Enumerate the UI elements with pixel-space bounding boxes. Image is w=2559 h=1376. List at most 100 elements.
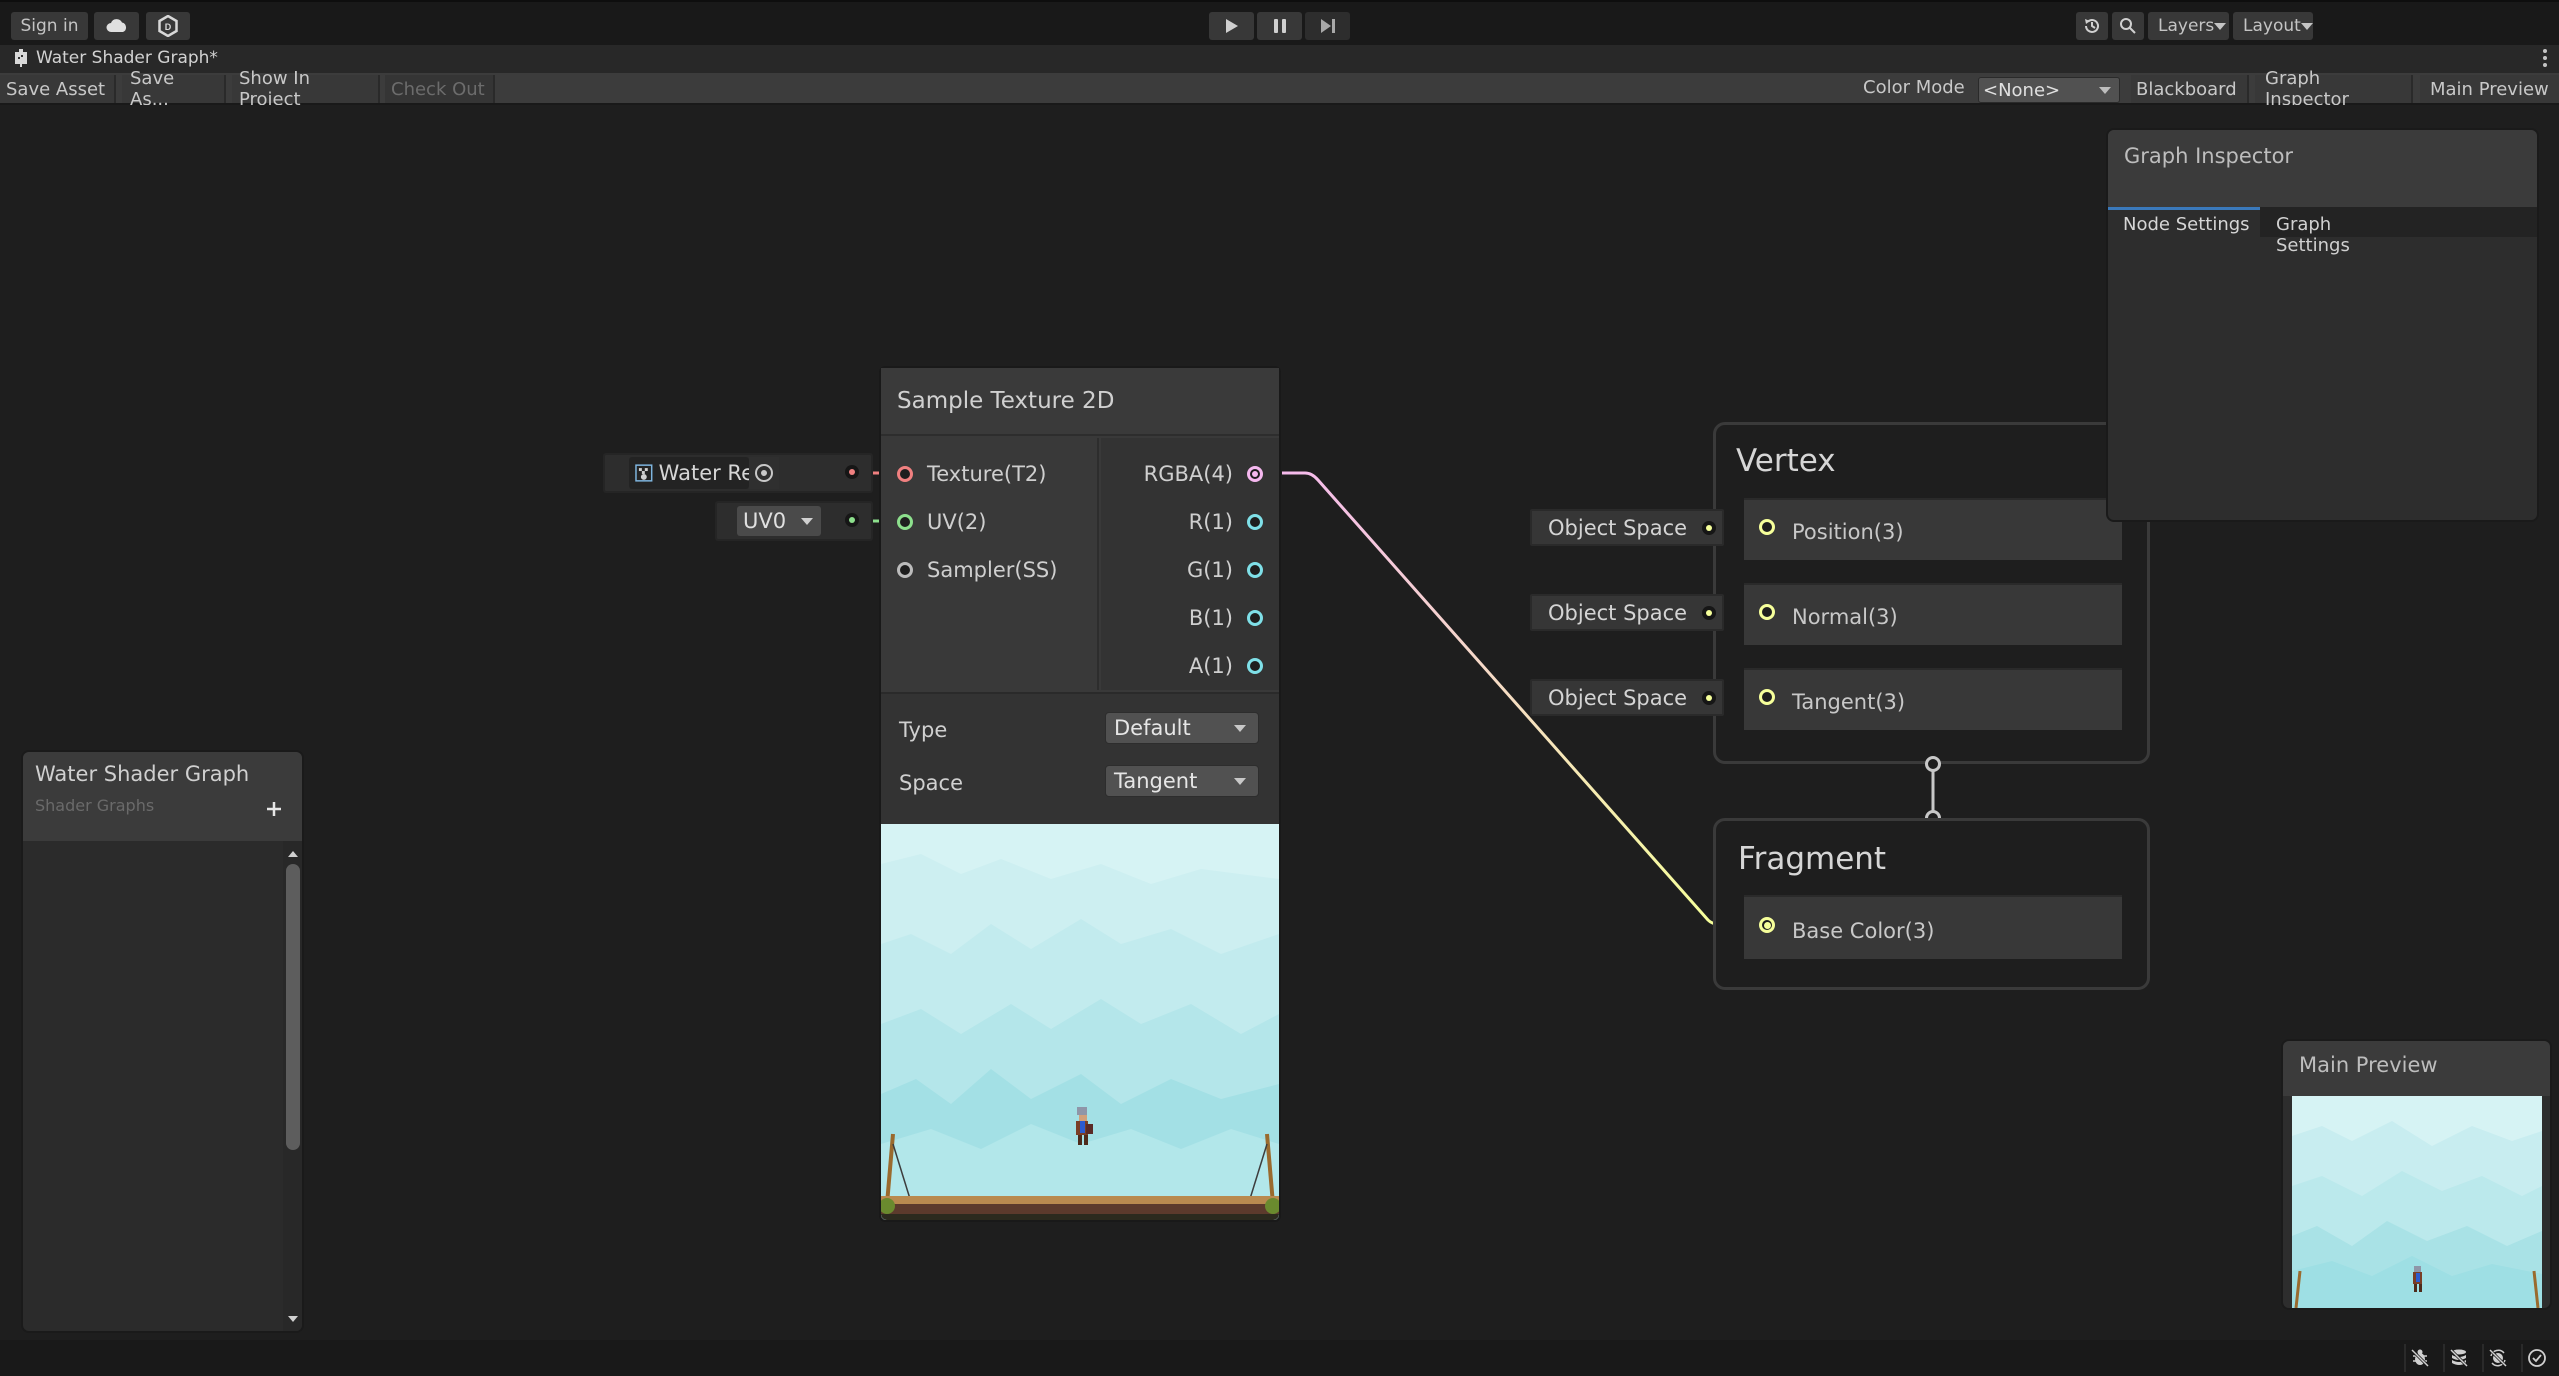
blackboard-panel[interactable]: Water Shader Graph Shader Graphs: [23, 752, 302, 1331]
r-port-icon: [1247, 514, 1263, 530]
port-label: G(1): [1186, 558, 1233, 582]
texture-port-icon: [897, 466, 913, 482]
tangent-default-value: Object Space: [1548, 685, 1688, 710]
output-port-g[interactable]: G(1): [1187, 558, 1263, 582]
input-port-uv[interactable]: UV(2): [897, 510, 986, 534]
port-label: B(1): [1188, 606, 1233, 630]
main-preview-header[interactable]: Main Preview: [2283, 1041, 2550, 1096]
graph-inspector-header[interactable]: Graph Inspector: [2108, 130, 2537, 207]
tangent-default-input[interactable]: Object Space: [1530, 679, 1724, 716]
port-label: A(1): [1188, 654, 1233, 678]
position-default-input[interactable]: Object Space: [1530, 509, 1724, 546]
output-port-a[interactable]: A(1): [1189, 654, 1263, 678]
uv-channel-dropdown[interactable]: UV0: [737, 506, 821, 536]
plus-icon: [267, 802, 281, 816]
a-port-icon: [1247, 658, 1263, 674]
tab-node-settings[interactable]: Node Settings: [2108, 207, 2260, 237]
texture-object-field[interactable]: Water Rende: [629, 457, 749, 489]
block-label: Base Color(3): [1792, 919, 1935, 943]
position-port-icon[interactable]: [1759, 519, 1775, 535]
uv-input-slot: UV0: [715, 501, 873, 541]
status-check[interactable]: [2521, 1344, 2551, 1372]
chevron-down-icon: [801, 517, 813, 525]
main-preview-panel[interactable]: Main Preview: [2283, 1041, 2550, 1308]
b-port-icon: [1247, 610, 1263, 626]
blackboard-title: Water Shader Graph: [35, 762, 250, 786]
chevron-down-icon: [1234, 777, 1246, 785]
tangent-port-icon[interactable]: [1759, 689, 1775, 705]
sampler-port-icon: [897, 562, 913, 578]
port-label: R(1): [1188, 510, 1233, 534]
cache-toggle[interactable]: [2443, 1344, 2473, 1372]
output-port-rgba[interactable]: RGBA(4): [1144, 462, 1263, 486]
add-property-button[interactable]: [264, 799, 284, 819]
block-tangent[interactable]: Tangent(3): [1744, 668, 2122, 730]
texture-name: Water Rende: [658, 461, 749, 485]
uv-port-icon: [897, 514, 913, 530]
fragment-title: Fragment: [1738, 841, 1887, 877]
auto-generate-toggle[interactable]: [2482, 1344, 2512, 1372]
block-base-color[interactable]: Base Color(3): [1744, 895, 2122, 959]
chevron-down-icon: [1234, 724, 1246, 732]
tab-label: Graph Settings: [2276, 214, 2350, 256]
debug-toggle[interactable]: [2404, 1344, 2434, 1372]
rgba-port-icon: [1247, 466, 1263, 482]
graph-inspector-panel[interactable]: Graph Inspector Node Settings Graph Sett…: [2108, 130, 2537, 520]
texture-value-port[interactable]: [845, 465, 859, 479]
position-value-port: [1702, 521, 1716, 535]
space-value: Tangent: [1114, 769, 1198, 793]
fragment-context[interactable]: Fragment Base Color(3): [1713, 818, 2150, 990]
output-port-b[interactable]: B(1): [1189, 606, 1263, 630]
base-color-port-icon[interactable]: [1759, 917, 1775, 933]
node-settings-area: Type Default Space Tangent: [881, 692, 1279, 824]
blackboard-scrollbar[interactable]: [283, 841, 302, 1331]
normal-value-port: [1702, 606, 1716, 620]
tab-label: Node Settings: [2123, 214, 2250, 235]
port-label: Sampler(SS): [927, 558, 1058, 582]
object-picker-button[interactable]: [749, 457, 779, 489]
blackboard-subtitle: Shader Graphs: [35, 796, 155, 815]
output-port-r[interactable]: R(1): [1189, 510, 1263, 534]
vertex-title: Vertex: [1736, 443, 1836, 479]
type-label: Type: [899, 718, 948, 742]
normal-port-icon[interactable]: [1759, 604, 1775, 620]
tangent-value-port: [1702, 691, 1716, 705]
texture-icon: [635, 464, 653, 482]
uv-channel-value: UV0: [743, 509, 787, 533]
scroll-up-icon[interactable]: [288, 851, 298, 857]
sky-bridge-main-preview: [2292, 1096, 2542, 1308]
g-port-icon: [1247, 562, 1263, 578]
space-dropdown[interactable]: Tangent: [1105, 765, 1259, 797]
block-label: Position(3): [1792, 520, 1904, 544]
object-picker-icon: [755, 464, 773, 482]
sample-texture-2d-node[interactable]: Sample Texture 2D Texture(T2) UV(2) Samp…: [881, 368, 1279, 1220]
blackboard-header[interactable]: Water Shader Graph Shader Graphs: [23, 752, 302, 841]
main-preview-title: Main Preview: [2299, 1053, 2438, 1077]
uv-value-port[interactable]: [845, 513, 859, 527]
debug-off-icon: [2410, 1348, 2430, 1368]
node-title[interactable]: Sample Texture 2D: [881, 368, 1279, 436]
input-port-sampler[interactable]: Sampler(SS): [897, 558, 1057, 582]
port-label: Texture(T2): [927, 462, 1047, 486]
port-label: UV(2): [927, 510, 987, 534]
sky-bridge-preview: [881, 824, 1279, 1220]
scroll-down-icon[interactable]: [288, 1316, 298, 1322]
space-label: Space: [899, 771, 963, 795]
status-bar: [0, 1340, 2559, 1376]
graph-inspector-title: Graph Inspector: [2124, 144, 2294, 168]
block-normal[interactable]: Normal(3): [1744, 583, 2122, 645]
block-label: Normal(3): [1792, 605, 1898, 629]
vertex-context[interactable]: Vertex Position(3) Normal(3) Tangent(3): [1713, 422, 2150, 764]
node-title-text: Sample Texture 2D: [897, 388, 1115, 414]
check-icon: [2528, 1349, 2546, 1367]
normal-default-input[interactable]: Object Space: [1530, 594, 1724, 631]
scrollbar-thumb[interactable]: [286, 864, 300, 1150]
input-port-texture[interactable]: Texture(T2): [897, 462, 1046, 486]
tab-graph-settings[interactable]: Graph Settings: [2260, 207, 2400, 256]
normal-default-value: Object Space: [1548, 600, 1688, 625]
cache-off-icon: [2449, 1348, 2469, 1368]
type-dropdown[interactable]: Default: [1105, 712, 1259, 744]
block-position[interactable]: Position(3): [1744, 498, 2122, 560]
main-preview-image[interactable]: [2292, 1096, 2542, 1308]
texture-input-slot: Water Rende: [603, 453, 873, 493]
